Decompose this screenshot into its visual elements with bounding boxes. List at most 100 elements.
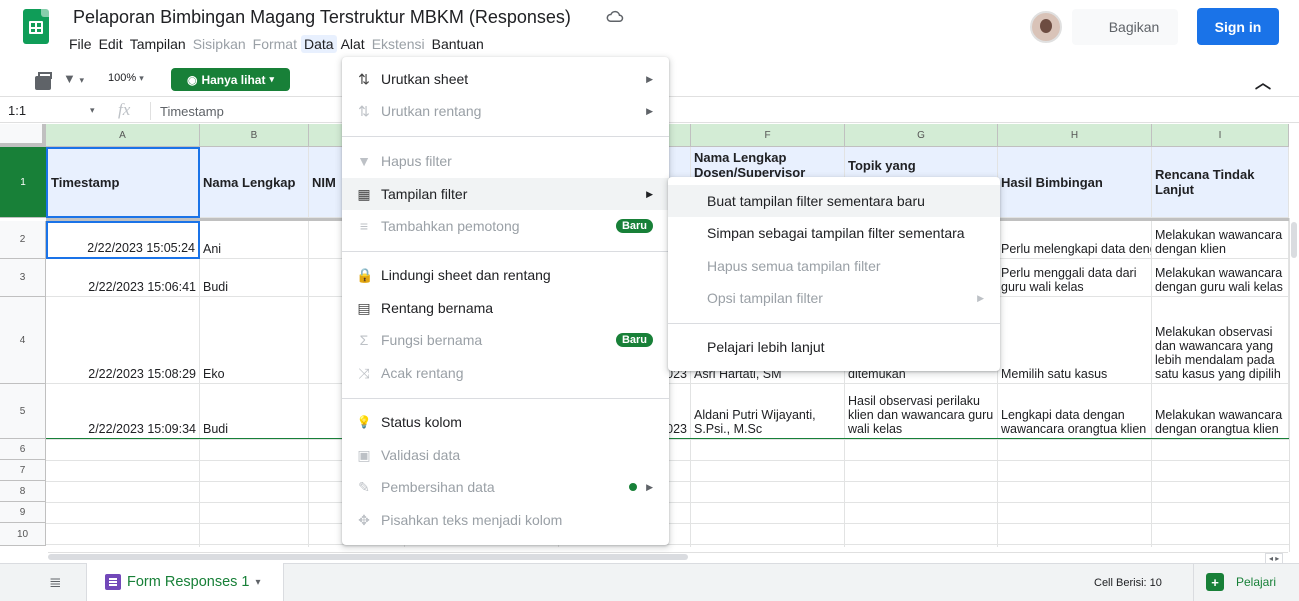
menu-format[interactable]: Format	[250, 35, 300, 53]
vertical-scrollbar[interactable]	[1289, 218, 1299, 552]
menu-item-lindungi-sheet[interactable]: 🔒 Lindungi sheet dan rentang	[342, 259, 669, 291]
menu-divider	[342, 136, 669, 137]
cell-f5[interactable]: Aldani Putri Wijayanti, S.Psi., M.Sc	[691, 384, 845, 439]
row-header-6[interactable]: 6	[0, 439, 46, 460]
select-all-corner[interactable]	[0, 124, 46, 147]
menu-item-acak-rentang[interactable]: ⤨ Acak rentang	[342, 357, 669, 389]
formula-divider	[150, 102, 151, 120]
vertical-scroll-thumb[interactable]	[1291, 222, 1297, 258]
sheets-logo-icon[interactable]	[23, 9, 49, 44]
cell-a4[interactable]: 2/22/2023 15:08:29	[46, 297, 200, 384]
print-icon[interactable]	[35, 72, 52, 90]
menu-item-pembersihan-data[interactable]: ✎ Pembersihan data ▶	[342, 471, 669, 503]
menu-item-pisahkan-teks[interactable]: ✥ Pisahkan teks menjadi kolom	[342, 504, 669, 536]
cell-b2[interactable]: Ani	[200, 221, 309, 259]
submenu-arrow-icon: ▶	[646, 105, 653, 116]
sign-in-button[interactable]: Sign in	[1197, 8, 1279, 45]
cell-b3[interactable]: Budi	[200, 259, 309, 297]
data-menu: ⇅ Urutkan sheet ▶ ⇅ Urutkan rentang ▶ ▼ Hapus…	[342, 57, 669, 545]
menu-sisipkan[interactable]: Sisipkan	[190, 35, 249, 53]
cell-h3[interactable]: Perlu menggali data dari guru wali kelas	[998, 259, 1152, 297]
name-box[interactable]: 1:1	[8, 103, 26, 118]
row-header-1[interactable]: 1	[0, 147, 46, 218]
column-header-f[interactable]: F	[691, 124, 845, 147]
cell-a2[interactable]: 2/22/2023 15:05:24	[46, 221, 200, 259]
submenu-item-pelajari[interactable]: Pelajari lebih lanjut	[668, 331, 1000, 363]
all-sheets-icon[interactable]: ≣	[49, 573, 62, 591]
cell-g5[interactable]: Hasil observasi perilaku klien dan wawan…	[845, 384, 998, 439]
horizontal-scroll-thumb[interactable]	[48, 554, 688, 560]
submenu-item-buat-filter[interactable]: Buat tampilan filter sementara baru	[668, 185, 1000, 217]
cell-h4[interactable]: Memilih satu kasus	[998, 297, 1152, 384]
zoom-select[interactable]: 100% ▾	[108, 72, 144, 84]
column-header-b[interactable]: B	[200, 124, 309, 147]
menu-item-tambahkan-pemotong[interactable]: ≡ Tambahkan pemotong Baru	[342, 210, 669, 242]
menu-item-urutkan-sheet[interactable]: ⇅ Urutkan sheet ▶	[342, 63, 669, 95]
explore-icon: +	[1206, 573, 1224, 591]
menu-item-status-kolom[interactable]: 💡 Status kolom	[342, 406, 669, 438]
menu-item-urutkan-rentang[interactable]: ⇅ Urutkan rentang ▶	[342, 95, 669, 127]
menu-file[interactable]: File	[66, 35, 95, 53]
zoom-value: 100%	[108, 72, 137, 84]
column-header-g[interactable]: G	[845, 124, 998, 147]
column-header-i[interactable]: I	[1152, 124, 1289, 147]
cell-h2[interactable]: Perlu melengkapi data dengan wawancara	[998, 221, 1152, 259]
collapse-menu-icon[interactable]: ︿	[1255, 69, 1271, 93]
sheet-tab-label: Form Responses 1	[127, 574, 250, 590]
row-header-4[interactable]: 4	[0, 297, 46, 384]
row-header-9[interactable]: 9	[0, 502, 46, 523]
menu-item-validasi-data[interactable]: ▣ Validasi data	[342, 439, 669, 471]
menu-ekstensi[interactable]: Ekstensi	[369, 35, 428, 53]
explore-button[interactable]: + Pelajari	[1193, 563, 1299, 601]
menu-item-fungsi-bernama[interactable]: Σ Fungsi bernama Baru	[342, 324, 669, 356]
column-header-a[interactable]: A	[46, 124, 200, 147]
view-only-button[interactable]: ◉ Hanya lihat ▾	[171, 68, 290, 91]
submenu-item-simpan-filter[interactable]: Simpan sebagai tampilan filter sementara	[668, 217, 1000, 249]
chevron-down-icon[interactable]: ▾	[256, 577, 261, 588]
menu-data[interactable]: Data	[300, 35, 337, 53]
cell-i1[interactable]: Rencana Tindak Lanjut	[1152, 147, 1289, 218]
named-range-icon: ▤	[357, 299, 371, 316]
row-header-10[interactable]: 10	[0, 523, 46, 546]
cell-b5[interactable]: Budi	[200, 384, 309, 439]
row-header-5[interactable]: 5	[0, 384, 46, 439]
row-header-8[interactable]: 8	[0, 481, 46, 502]
row-header-3[interactable]: 3	[0, 259, 46, 297]
cell-b4[interactable]: Eko	[200, 297, 309, 384]
menu-bantuan[interactable]: Bantuan	[429, 35, 487, 53]
menu-alat[interactable]: Alat	[338, 35, 368, 53]
cell-a1[interactable]: Timestamp	[46, 147, 200, 218]
cell-a3[interactable]: 2/22/2023 15:06:41	[46, 259, 200, 297]
menu-tampilan[interactable]: Tampilan	[127, 35, 189, 53]
cell-i2[interactable]: Melakukan wawancara dengan klien	[1152, 221, 1289, 259]
submenu-item-opsi-filter[interactable]: Opsi tampilan filter ▶	[668, 282, 1000, 314]
name-box-dropdown-icon[interactable]: ▾	[90, 105, 95, 116]
cell-i4[interactable]: Melakukan observasi dan wawancara yang l…	[1152, 297, 1289, 384]
row-header-2[interactable]: 2	[0, 221, 46, 259]
filter-icon[interactable]: ▼ ▾	[63, 71, 84, 86]
cell-h5[interactable]: Lengkapi data dengan wawancara orangtua …	[998, 384, 1152, 439]
menu-item-hapus-filter[interactable]: ▼ Hapus filter	[342, 145, 669, 177]
new-badge: Baru	[615, 333, 653, 347]
avatar[interactable]	[1030, 11, 1062, 43]
cell-h1[interactable]: Hasil Bimbingan	[998, 147, 1152, 218]
cell-i5[interactable]: Melakukan wawancara dengan orangtua klie…	[1152, 384, 1289, 439]
form-icon	[105, 574, 121, 590]
menu-item-label: Urutkan sheet	[381, 71, 469, 87]
menu-item-tampilan-filter[interactable]: ▦ Tampilan filter ▶	[342, 178, 669, 210]
share-button[interactable]: Bagikan	[1072, 9, 1178, 45]
row-header-7[interactable]: 7	[0, 460, 46, 481]
document-title[interactable]: Pelaporan Bimbingan Magang Terstruktur M…	[73, 7, 571, 28]
cell-count: Cell Berisi: 10	[1094, 577, 1162, 589]
cell-i3[interactable]: Melakukan wawancara dengan guru wali kel…	[1152, 259, 1289, 297]
cell-b1[interactable]: Nama Lengkap	[200, 147, 309, 218]
submenu-item-hapus-semua[interactable]: Hapus semua tampilan filter	[668, 250, 1000, 282]
cloud-status-icon[interactable]	[606, 9, 624, 23]
column-header-h[interactable]: H	[998, 124, 1152, 147]
menu-item-rentang-bernama[interactable]: ▤ Rentang bernama	[342, 292, 669, 324]
new-badge: Baru	[615, 219, 653, 233]
sheet-tab-form-responses[interactable]: Form Responses 1 ▾	[86, 563, 284, 601]
menu-edit[interactable]: Edit	[96, 35, 126, 53]
cell-a5[interactable]: 2/22/2023 15:09:34	[46, 384, 200, 439]
formula-input[interactable]: Timestamp	[160, 104, 224, 119]
